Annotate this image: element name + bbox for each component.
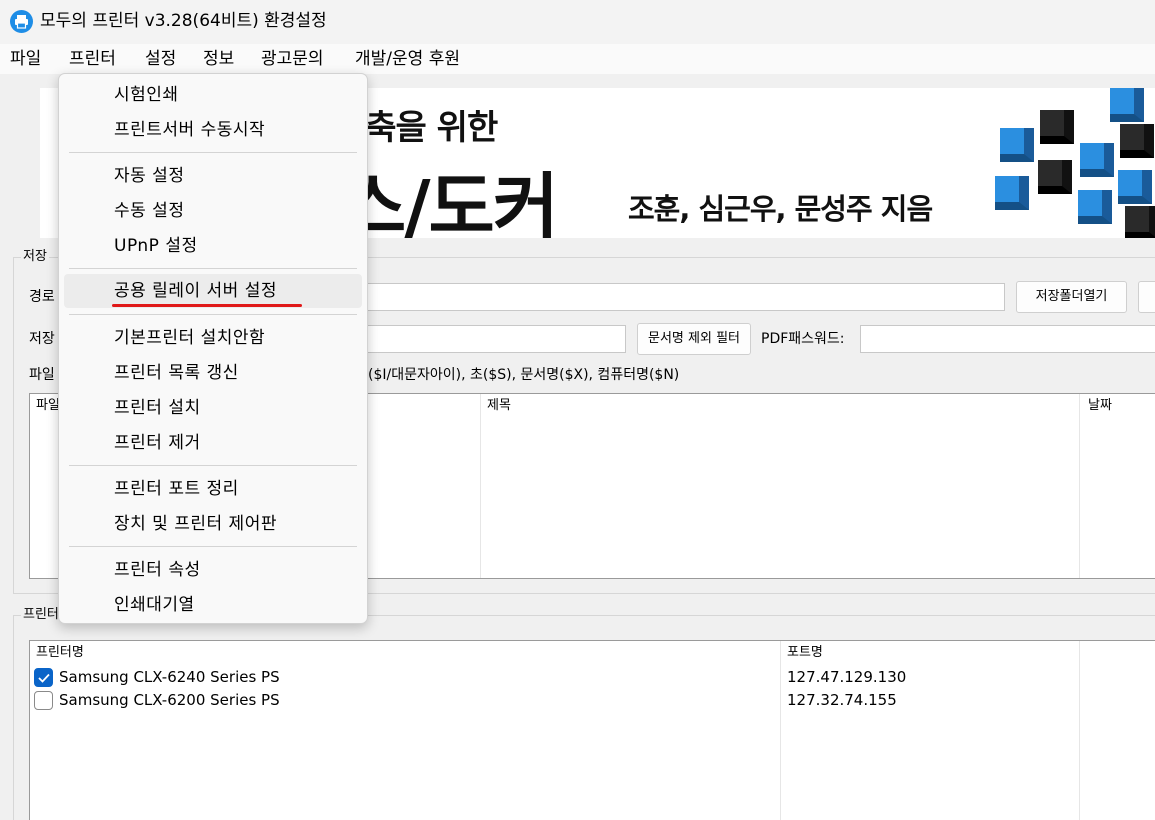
menu-item-install-printer[interactable]: 프린터 설치 (64, 391, 362, 425)
menu-item-printer-properties[interactable]: 프린터 속성 (64, 553, 362, 587)
save-group-label: 저장 (21, 249, 49, 265)
save-label: 저장 (29, 331, 55, 347)
menu-separator (69, 546, 357, 547)
title-bar: 모두의 프린터 v3.28(64비트) 환경설정 (0, 0, 1155, 44)
document-filter-button[interactable]: 문서명 제외 필터 (637, 323, 751, 355)
ad-authors: 조훈, 심근우, 문성주 지음 (628, 192, 933, 226)
path-label: 경로 (29, 289, 55, 305)
open-save-folder-button[interactable]: 저장폴더열기 (1016, 281, 1127, 313)
menu-item-auto-setup[interactable]: 자동 설정 (64, 159, 362, 193)
menu-item-refresh-printer-list[interactable]: 프린터 목록 갱신 (64, 356, 362, 390)
printer-app-icon (10, 10, 33, 33)
menu-item-remove-printer[interactable]: 프린터 제거 (64, 426, 362, 460)
col-header-date[interactable]: 날짜 (1088, 398, 1112, 414)
printer-row[interactable]: Samsung CLX-6200 Series PS 127.32.74.155 (34, 689, 1154, 711)
menu-item-manual-setup[interactable]: 수동 설정 (64, 194, 362, 228)
printer-name: Samsung CLX-6240 Series PS (59, 668, 280, 686)
file-label: 파일 (29, 367, 55, 383)
menu-info[interactable]: 정보 (203, 48, 234, 70)
col-header-title[interactable]: 제목 (487, 398, 511, 414)
printer-row[interactable]: Samsung CLX-6240 Series PS 127.47.129.13… (34, 666, 1154, 688)
menu-separator (69, 268, 357, 269)
menu-item-print-queue[interactable]: 인쇄대기열 (64, 588, 362, 622)
menu-bar: 파일 프린터 설정 정보 광고문의 개발/운영 후원 (0, 44, 1155, 74)
printer-dropdown-menu: 시험인쇄 프린트서버 수동시작 자동 설정 수동 설정 UPnP 설정 공용 릴… (58, 73, 368, 624)
pdf-password-input[interactable] (860, 325, 1155, 353)
printer-port: 127.47.129.130 (787, 668, 907, 686)
printer-group-label: 프린터 (21, 607, 61, 623)
col-header-printer-name[interactable]: 프린터명 (36, 645, 84, 661)
menu-printer[interactable]: 프린터 (69, 48, 116, 70)
menu-donate[interactable]: 개발/운영 후원 (355, 48, 460, 70)
col-header-file[interactable]: 파일 (36, 398, 60, 414)
menu-item-cleanup-printer-ports[interactable]: 프린터 포트 정리 (64, 472, 362, 506)
menu-item-no-default-printer-install[interactable]: 기본프린터 설치안함 (64, 321, 362, 355)
menu-item-shared-relay-server-setup[interactable]: 공용 릴레이 서버 설정 (64, 274, 362, 308)
printer-checkbox-checked[interactable] (34, 668, 53, 687)
printer-checkbox[interactable] (34, 691, 53, 710)
ad-title: 스/도커 (340, 165, 559, 238)
menu-item-upnp-setup[interactable]: UPnP 설정 (64, 229, 362, 263)
menu-separator (69, 152, 357, 153)
printer-list[interactable]: 프린터명 포트명 Samsung CLX-6240 Series PS 127.… (29, 640, 1155, 820)
col-header-port-name[interactable]: 포트명 (787, 645, 823, 661)
highlight-underline (112, 304, 302, 307)
extra-button[interactable] (1138, 281, 1155, 313)
menu-file[interactable]: 파일 (10, 48, 41, 70)
menu-separator (69, 465, 357, 466)
printer-name: Samsung CLX-6200 Series PS (59, 691, 280, 709)
menu-item-devices-and-printers[interactable]: 장치 및 프린터 제어판 (64, 507, 362, 541)
menu-ad-inquiry[interactable]: 광고문의 (261, 48, 324, 70)
menu-settings[interactable]: 설정 (145, 48, 176, 70)
pdf-password-label: PDF패스워드: (761, 331, 845, 347)
menu-item-print-server-manual-start[interactable]: 프린트서버 수동시작 (64, 113, 362, 147)
menu-item-test-print[interactable]: 시험인쇄 (64, 78, 362, 112)
menu-separator (69, 314, 357, 315)
filename-pattern-hint: ($I/대문자아이), 초($S), 문서명($X), 컴퓨터명($N) (368, 367, 680, 383)
printer-port: 127.32.74.155 (787, 691, 897, 709)
window-title: 모두의 프린터 v3.28(64비트) 환경설정 (40, 11, 327, 31)
